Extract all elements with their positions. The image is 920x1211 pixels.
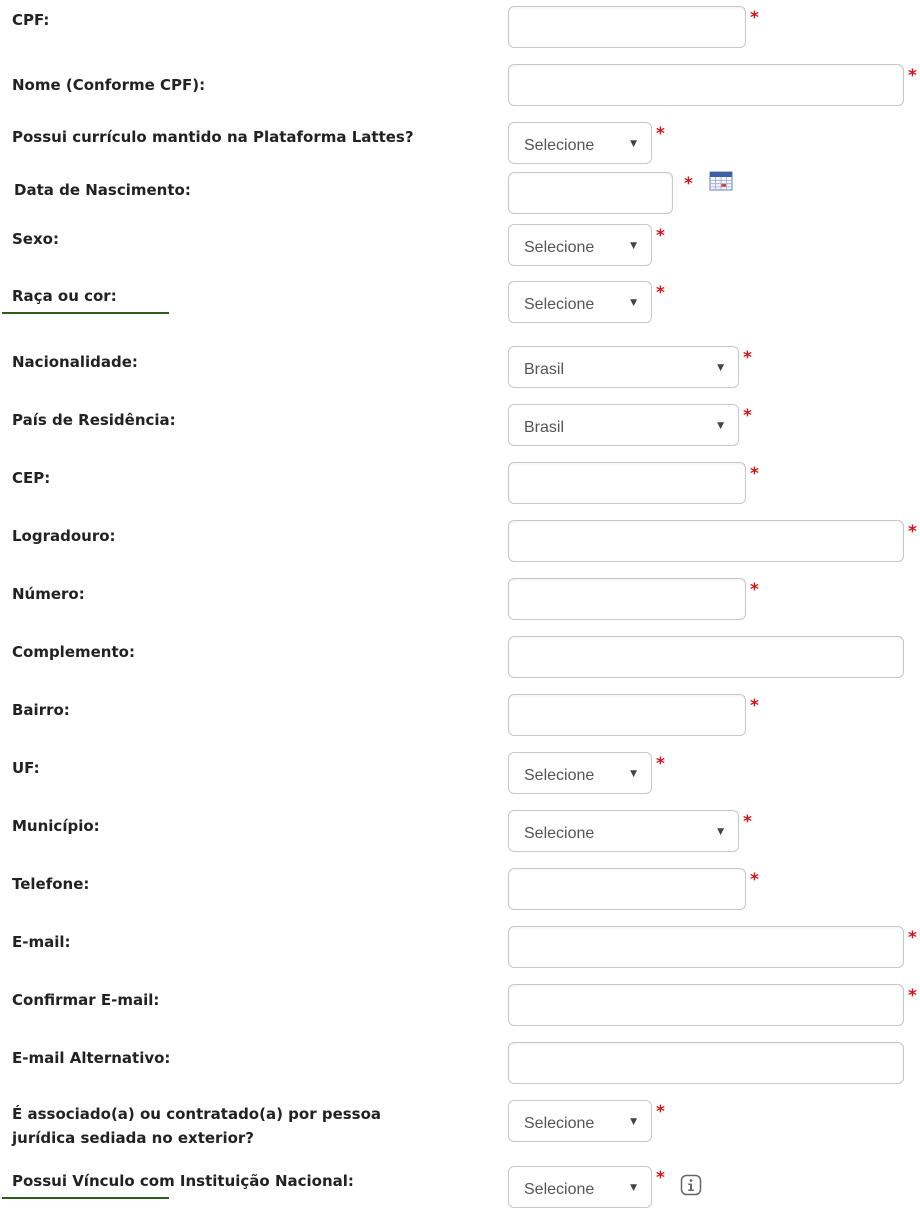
required-marker: * — [743, 406, 752, 426]
vinculo-select[interactable]: Selecione ▼ — [508, 1166, 652, 1208]
calendar-icon[interactable] — [709, 171, 733, 191]
municipio-select[interactable]: Selecione ▼ — [508, 810, 739, 852]
label-underline — [2, 312, 169, 314]
cep-label: CEP: — [12, 469, 51, 487]
raca-selected-value: Selecione — [524, 296, 595, 313]
required-marker: * — [743, 812, 752, 832]
confirmar-email-label: Confirmar E-mail: — [12, 991, 160, 1009]
uf-select[interactable]: Selecione ▼ — [508, 752, 652, 794]
municipio-selected-value: Selecione — [524, 825, 595, 842]
exterior-select[interactable]: Selecione ▼ — [508, 1100, 652, 1142]
dropdown-arrow-icon: ▼ — [630, 1183, 637, 1193]
dropdown-arrow-icon: ▼ — [717, 421, 724, 431]
required-marker: * — [656, 754, 665, 774]
required-marker: * — [656, 124, 665, 144]
required-marker: * — [908, 928, 917, 948]
dropdown-arrow-icon: ▼ — [630, 769, 637, 779]
dropdown-arrow-icon: ▼ — [630, 298, 637, 308]
pais-label: País de Residência: — [12, 411, 176, 429]
nacionalidade-label: Nacionalidade: — [12, 353, 138, 371]
required-marker: * — [750, 870, 759, 890]
telefone-label: Telefone: — [12, 875, 90, 893]
municipio-label: Município: — [12, 817, 100, 835]
label-underline — [2, 1197, 169, 1199]
cpf-label: CPF: — [12, 11, 50, 29]
email-input[interactable] — [508, 926, 904, 968]
raca-label: Raça ou cor: — [12, 287, 117, 305]
email-alternativo-input[interactable] — [508, 1042, 904, 1084]
exterior-label-line1: É associado(a) ou contratado(a) por pess… — [12, 1105, 382, 1123]
raca-select[interactable]: Selecione ▼ — [508, 281, 652, 323]
required-marker: * — [656, 226, 665, 246]
vinculo-selected-value: Selecione — [524, 1181, 595, 1198]
uf-selected-value: Selecione — [524, 767, 595, 784]
nome-input[interactable] — [508, 64, 904, 106]
nome-label: Nome (Conforme CPF): — [12, 76, 206, 94]
required-marker: * — [656, 1102, 665, 1122]
cep-input[interactable] — [508, 462, 746, 504]
dropdown-arrow-icon: ▼ — [630, 1117, 637, 1127]
lattes-label: Possui currículo mantido na Plataforma L… — [12, 128, 414, 146]
sexo-selected-value: Selecione — [524, 239, 595, 256]
registration-form: CPF: * Nome (Conforme CPF): * Possui cur… — [0, 0, 920, 1211]
uf-label: UF: — [12, 759, 40, 777]
confirmar-email-input[interactable] — [508, 984, 904, 1026]
required-marker: * — [656, 283, 665, 303]
info-icon[interactable] — [680, 1174, 702, 1196]
dropdown-arrow-icon: ▼ — [630, 241, 637, 251]
numero-input[interactable] — [508, 578, 746, 620]
required-marker: * — [743, 348, 752, 368]
required-marker: * — [750, 580, 759, 600]
dropdown-arrow-icon: ▼ — [630, 139, 637, 149]
lattes-selected-value: Selecione — [524, 137, 595, 154]
dropdown-arrow-icon: ▼ — [717, 827, 724, 837]
exterior-label-line2: jurídica sediada no exterior? — [12, 1129, 254, 1147]
required-marker: * — [656, 1168, 665, 1188]
bairro-label: Bairro: — [12, 701, 70, 719]
cpf-input[interactable] — [508, 6, 746, 48]
required-marker: * — [908, 986, 917, 1006]
email-alternativo-label: E-mail Alternativo: — [12, 1049, 171, 1067]
nacionalidade-select[interactable]: Brasil ▼ — [508, 346, 739, 388]
lattes-select[interactable]: Selecione ▼ — [508, 122, 652, 164]
required-marker: * — [908, 522, 917, 542]
bairro-input[interactable] — [508, 694, 746, 736]
nascimento-label: Data de Nascimento: — [14, 181, 191, 199]
logradouro-input[interactable] — [508, 520, 904, 562]
complemento-input[interactable] — [508, 636, 904, 678]
sexo-select[interactable]: Selecione ▼ — [508, 224, 652, 266]
required-marker: * — [908, 66, 917, 86]
vinculo-label: Possui Vínculo com Instituição Nacional: — [12, 1172, 354, 1190]
required-marker: * — [684, 174, 693, 194]
required-marker: * — [750, 696, 759, 716]
required-marker: * — [750, 464, 759, 484]
dropdown-arrow-icon: ▼ — [717, 363, 724, 373]
logradouro-label: Logradouro: — [12, 527, 116, 545]
telefone-input[interactable] — [508, 868, 746, 910]
pais-select[interactable]: Brasil ▼ — [508, 404, 739, 446]
exterior-selected-value: Selecione — [524, 1115, 595, 1132]
pais-selected-value: Brasil — [524, 419, 565, 436]
complemento-label: Complemento: — [12, 643, 135, 661]
numero-label: Número: — [12, 585, 85, 603]
required-marker: * — [750, 8, 759, 28]
email-label: E-mail: — [12, 933, 71, 951]
nascimento-input[interactable] — [508, 172, 673, 214]
nacionalidade-selected-value: Brasil — [524, 361, 565, 378]
sexo-label: Sexo: — [12, 230, 59, 248]
